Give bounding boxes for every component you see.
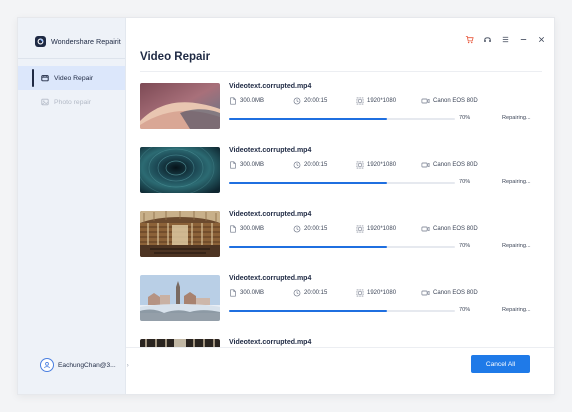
progress-percent: 70% (459, 243, 471, 249)
video-thumbnail (140, 211, 220, 257)
camera-icon (421, 161, 430, 169)
video-thumbnail (140, 147, 220, 193)
video-icon (40, 74, 49, 83)
list-item: Videotext.corrupted.mp4 300.0MB 20:00:15… (140, 200, 536, 264)
progress-bar-fill (229, 182, 388, 184)
list-item: Videotext.corrupted.mp4 300.0MB 20:00:15… (140, 264, 536, 328)
camera-model: Canon EOS 80D (421, 225, 478, 233)
app-logo-icon (35, 36, 46, 47)
clock-icon (293, 97, 301, 105)
brand: Wondershare Repairit (35, 36, 121, 47)
camera-model: Canon EOS 80D (421, 289, 478, 297)
video-filename: Videotext.corrupted.mp4 (229, 339, 312, 346)
video-thumbnail (140, 339, 220, 347)
camera-icon (421, 97, 430, 105)
progress-bar (229, 310, 455, 312)
headset-icon[interactable] (483, 35, 492, 44)
file-size: 300.0MB (229, 225, 264, 233)
video-duration: 20:00:15 (293, 225, 327, 233)
repair-status: Repairing... (502, 243, 531, 249)
resolution-icon (356, 225, 364, 233)
video-thumbnail (140, 275, 220, 321)
video-list[interactable]: Videotext.corrupted.mp4 300.0MB 20:00:15… (126, 72, 554, 347)
clock-icon (293, 161, 301, 169)
divider (18, 58, 125, 59)
app-window: Wondershare Repairit Video Repair Photo … (17, 17, 555, 395)
repair-status: Repairing... (502, 307, 531, 313)
sidebar-item-label: Photo repair (54, 98, 92, 106)
list-item: Videotext.corrupted.mp4 (140, 328, 536, 347)
file-icon (229, 97, 237, 105)
video-filename: Videotext.corrupted.mp4 (229, 275, 312, 282)
minimize-icon[interactable] (519, 35, 528, 44)
video-duration: 20:00:15 (293, 97, 327, 105)
video-duration: 20:00:15 (293, 161, 327, 169)
sidebar-item-video-repair[interactable]: Video Repair (18, 66, 125, 90)
app-title: Wondershare Repairit (51, 37, 121, 46)
user-avatar-icon (40, 358, 54, 372)
list-item: Videotext.corrupted.mp4 300.0MB 20:00:15… (140, 136, 536, 200)
file-icon (229, 289, 237, 297)
video-filename: Videotext.corrupted.mp4 (229, 147, 312, 154)
file-size: 300.0MB (229, 97, 264, 105)
file-size: 300.0MB (229, 289, 264, 297)
progress-bar-fill (229, 246, 388, 248)
sidebar: Wondershare Repairit Video Repair Photo … (18, 18, 129, 394)
progress-percent: 70% (459, 179, 471, 185)
video-resolution: 1920*1080 (356, 161, 396, 169)
divider (126, 347, 554, 348)
video-filename: Videotext.corrupted.mp4 (229, 211, 312, 218)
progress-bar (229, 118, 455, 120)
cancel-all-button[interactable]: Cancel All (471, 355, 530, 373)
user-account[interactable]: EachungChan@3... › (40, 358, 129, 372)
list-item: Videotext.corrupted.mp4 300.0MB 20:00:15… (140, 72, 536, 136)
progress-bar (229, 182, 455, 184)
progress-bar-fill (229, 310, 388, 312)
page-title: Video Repair (140, 51, 211, 63)
repair-status: Repairing... (502, 179, 531, 185)
file-icon (229, 225, 237, 233)
close-icon[interactable] (537, 35, 546, 44)
progress-percent: 70% (459, 115, 471, 121)
video-thumbnail (140, 83, 220, 129)
file-icon (229, 161, 237, 169)
sidebar-item-photo-repair[interactable]: Photo repair (18, 90, 125, 114)
progress-bar (229, 246, 455, 248)
window-controls (465, 35, 546, 44)
user-name: EachungChan@3... (58, 361, 116, 369)
video-resolution: 1920*1080 (356, 225, 396, 233)
video-duration: 20:00:15 (293, 289, 327, 297)
sidebar-item-label: Video Repair (54, 74, 94, 82)
clock-icon (293, 225, 301, 233)
photo-icon (40, 98, 49, 107)
progress-bar-fill (229, 118, 388, 120)
repair-status: Repairing... (502, 115, 531, 121)
camera-icon (421, 289, 430, 297)
menu-icon[interactable] (501, 35, 510, 44)
progress-percent: 70% (459, 307, 471, 313)
camera-model: Canon EOS 80D (421, 97, 478, 105)
video-filename: Videotext.corrupted.mp4 (229, 83, 312, 90)
camera-icon (421, 225, 430, 233)
main-panel: Video Repair Videotext.corrupted.mp4 300… (126, 18, 554, 394)
video-resolution: 1920*1080 (356, 289, 396, 297)
camera-model: Canon EOS 80D (421, 161, 478, 169)
resolution-icon (356, 289, 364, 297)
resolution-icon (356, 161, 364, 169)
clock-icon (293, 289, 301, 297)
resolution-icon (356, 97, 364, 105)
file-size: 300.0MB (229, 161, 264, 169)
cart-icon[interactable] (465, 35, 474, 44)
video-resolution: 1920*1080 (356, 97, 396, 105)
